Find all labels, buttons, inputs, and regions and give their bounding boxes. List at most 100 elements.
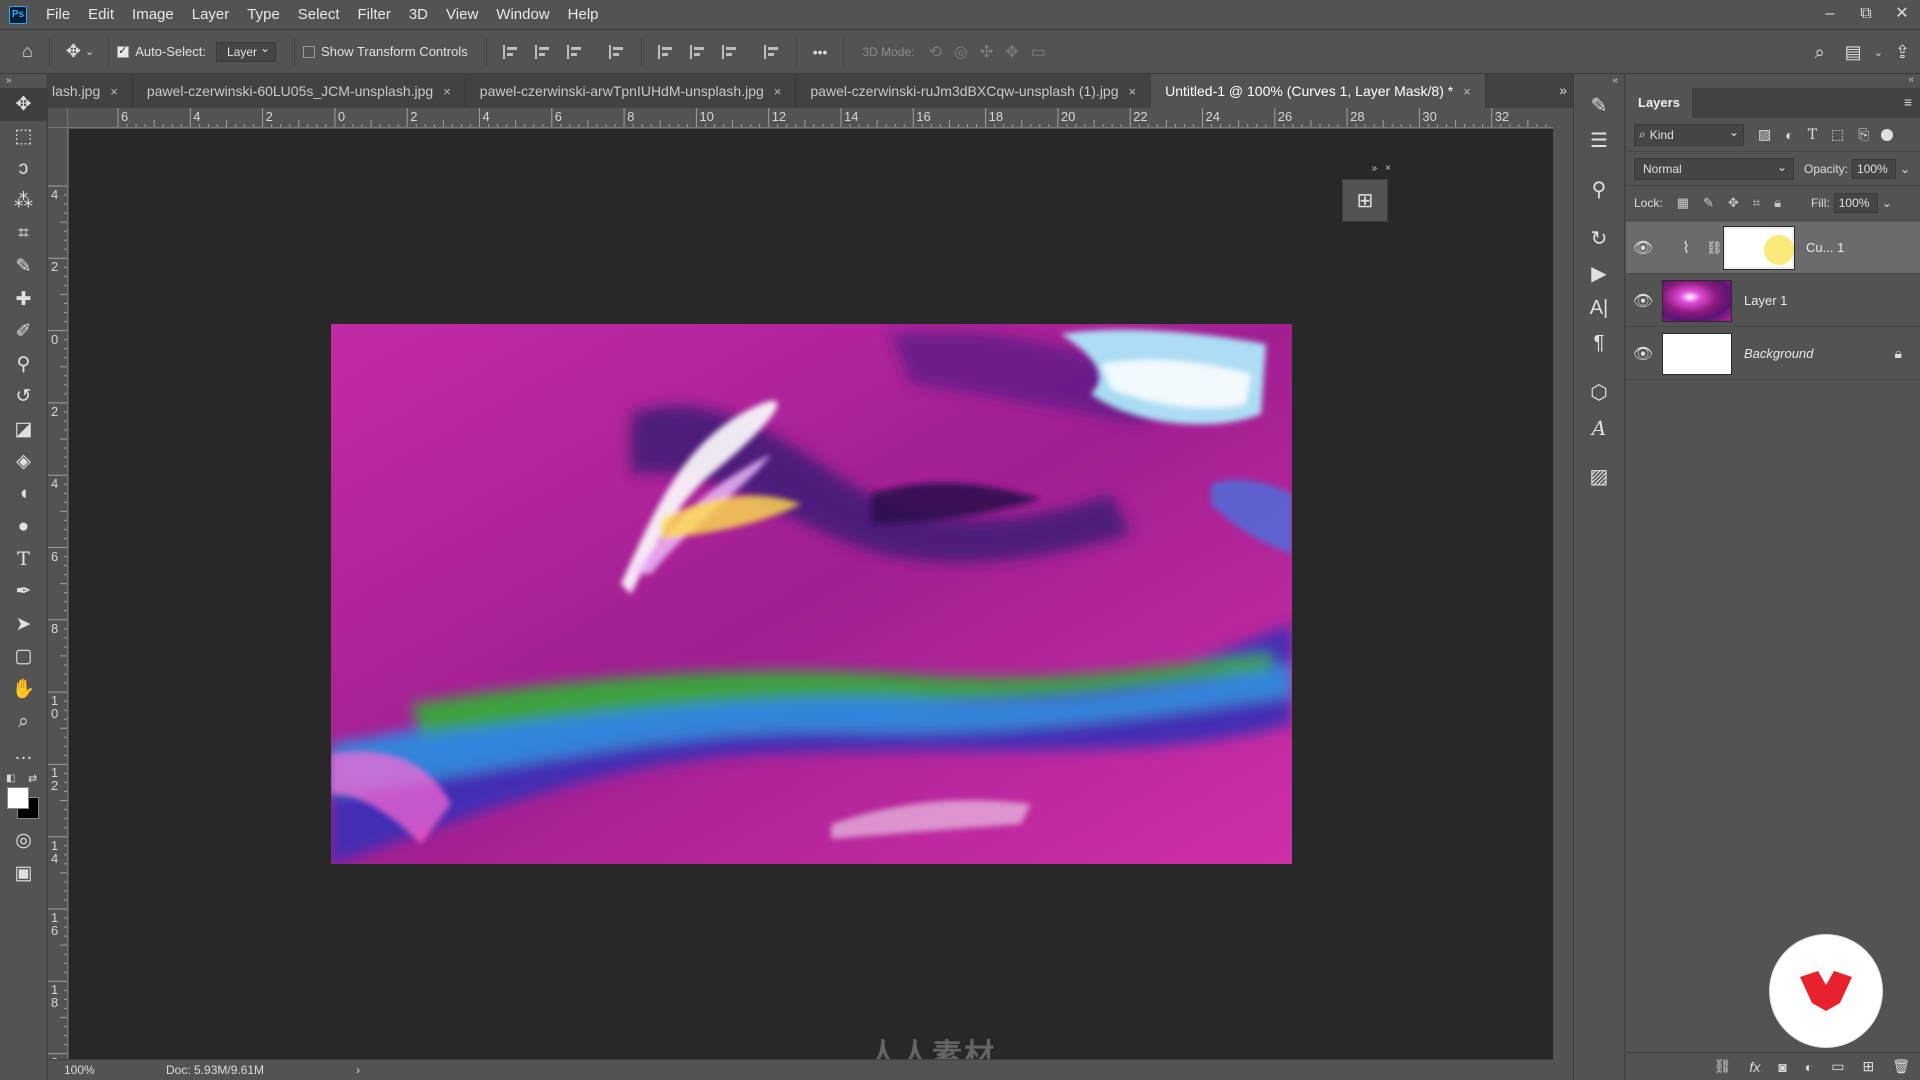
3d-icon[interactable]: ⬡ <box>1574 375 1624 410</box>
type-tool-icon[interactable]: T <box>0 543 47 576</box>
layer-name[interactable]: Background <box>1744 346 1813 361</box>
collapse-icon[interactable]: « <box>1908 74 1914 85</box>
fill-input[interactable]: 100% <box>1833 192 1878 213</box>
brushes-icon[interactable]: ☰ <box>1574 123 1624 158</box>
menu-help[interactable]: Help <box>559 0 608 29</box>
auto-select-checkbox[interactable]: Auto-Select: <box>117 44 206 59</box>
minimize-button[interactable]: – <box>1812 0 1848 29</box>
menu-file[interactable]: File <box>37 0 79 29</box>
show-transform-controls-checkbox[interactable]: Show Transform Controls <box>303 44 468 59</box>
panel-menu-icon[interactable]: ≡ <box>1904 94 1912 110</box>
move-tool-icon[interactable]: ✥ <box>0 88 47 121</box>
tab-document[interactable]: pawel-czerwinski-ruJm3dBXCqw-unsplash (1… <box>796 74 1152 108</box>
healing-brush-tool-icon[interactable]: ✚ <box>0 283 47 316</box>
zoom-level[interactable]: 100% <box>48 1063 128 1077</box>
lock-position-icon[interactable]: ✥ <box>1728 195 1739 211</box>
eyedropper-tool-icon[interactable]: ✎ <box>0 251 47 284</box>
default-colors-icon[interactable]: ◧ <box>6 773 15 784</box>
type-filter-icon[interactable]: T <box>1808 127 1817 143</box>
chevron-down-icon[interactable]: ⌄ <box>1874 46 1883 59</box>
collapse-icon[interactable]: » <box>0 74 47 88</box>
brush-tool-icon[interactable]: ✐ <box>0 316 47 349</box>
pixel-filter-icon[interactable]: ▨ <box>1758 126 1771 143</box>
new-adjustment-layer-icon[interactable]: ◐ <box>1805 1059 1813 1075</box>
ruler-origin[interactable] <box>48 108 68 128</box>
magic-wand-tool-icon[interactable]: ⁂ <box>0 186 47 219</box>
horizontal-ruler[interactable]: 6 4 2 0 2 4 6 8 10 12 14 16 18 20 22 24 26 28 30 32 <box>68 108 1553 128</box>
align-right-edges-icon[interactable] <box>566 44 583 59</box>
chevron-down-icon[interactable]: ⌄ <box>85 45 94 58</box>
layer-mask-thumbnail[interactable] <box>1723 225 1795 270</box>
link-icon[interactable]: ⛓︎ <box>1706 240 1723 256</box>
visibility-eye-icon[interactable]: 👁︎ <box>1626 344 1660 364</box>
home-icon[interactable]: ⌂ <box>22 41 33 62</box>
foreground-color-swatch[interactable] <box>7 786 29 809</box>
close-window-button[interactable]: ✕ <box>1884 0 1920 29</box>
lock-pixels-icon[interactable]: ✎ <box>1703 195 1714 211</box>
actions-icon[interactable]: ▶ <box>1574 256 1624 291</box>
share-icon[interactable]: ⇪ <box>1895 42 1910 63</box>
opacity-input[interactable]: 100% <box>1852 158 1897 179</box>
restore-button[interactable]: ⧉ <box>1848 0 1884 29</box>
align-vertical-centers-icon[interactable] <box>689 44 706 59</box>
adjustment-filter-icon[interactable]: ◐ <box>1785 127 1793 143</box>
more-tabs-icon[interactable]: » <box>1559 82 1567 98</box>
menu-type[interactable]: Type <box>238 0 289 29</box>
brush-settings-icon[interactable]: ✎ <box>1574 88 1624 123</box>
layer-thumbnail[interactable] <box>1662 332 1732 375</box>
lock-icon[interactable]: 🔒︎ <box>1895 345 1902 362</box>
layer-row-curves[interactable]: 👁︎ ⌇ ⛓︎ Cu... 1 <box>1626 222 1920 274</box>
close-tab-icon[interactable]: × <box>1129 84 1137 99</box>
dodge-tool-icon[interactable]: ● <box>0 511 47 544</box>
fx-icon[interactable]: fx <box>1749 1059 1760 1075</box>
filter-toggle-icon[interactable] <box>1881 128 1894 141</box>
quick-mask-icon[interactable]: ◎ <box>0 825 47 858</box>
hand-tool-icon[interactable]: ✋ <box>0 673 47 706</box>
layer-thumbnail[interactable] <box>1662 279 1732 322</box>
lasso-tool-icon[interactable]: ↄ <box>0 153 47 186</box>
layer-name[interactable]: Cu... 1 <box>1806 240 1844 255</box>
libraries-icon[interactable]: ▨ <box>1574 459 1624 494</box>
blur-tool-icon[interactable]: ◖ <box>0 478 47 511</box>
zoom-tool-icon[interactable]: ⌕ <box>0 706 47 739</box>
menu-layer[interactable]: Layer <box>183 0 239 29</box>
tab-document-active[interactable]: Untitled-1 @ 100% (Curves 1, Layer Mask/… <box>1151 74 1486 108</box>
marquee-tool-icon[interactable]: ⬚ <box>0 121 47 154</box>
align-left-edges-icon[interactable] <box>502 44 519 59</box>
delete-layer-icon[interactable]: 🗑︎ <box>1892 1058 1910 1075</box>
close-tab-icon[interactable]: × <box>110 84 118 99</box>
menu-edit[interactable]: Edit <box>79 0 123 29</box>
properties-panel-button[interactable]: ⊞ <box>1342 179 1388 222</box>
collapse-icon[interactable]: « <box>1574 74 1624 88</box>
menu-image[interactable]: Image <box>123 0 183 29</box>
align-horizontal-centers-icon[interactable] <box>534 44 551 59</box>
close-panel-icon[interactable]: × <box>1385 163 1391 174</box>
align-top-edges-icon[interactable] <box>657 44 674 59</box>
search-icon[interactable]: ⌕ <box>1815 42 1825 63</box>
menu-filter[interactable]: Filter <box>349 0 400 29</box>
screen-mode-icon[interactable]: ▣ <box>0 857 47 890</box>
new-group-icon[interactable]: ▭ <box>1831 1058 1844 1075</box>
edit-toolbar-icon[interactable]: … <box>0 738 47 771</box>
lock-transparency-icon[interactable]: ▦ <box>1677 195 1689 211</box>
tab-document[interactable]: lash.jpg × <box>48 74 133 108</box>
filter-kind-dropdown[interactable]: ⌕ Kind <box>1634 123 1744 146</box>
menu-view[interactable]: View <box>437 0 487 29</box>
crop-tool-icon[interactable]: ⌗ <box>0 218 47 251</box>
add-mask-icon[interactable]: ◙ <box>1778 1059 1786 1075</box>
lock-all-icon[interactable]: 🔒︎ <box>1774 195 1781 211</box>
checkbox-unchecked-icon[interactable] <box>303 45 316 58</box>
pen-tool-icon[interactable]: ✒ <box>0 576 47 609</box>
shape-tool-icon[interactable]: ▢ <box>0 641 47 674</box>
tab-layers[interactable]: Layers <box>1626 88 1692 118</box>
layer-row-background[interactable]: 👁︎ Background 🔒︎ <box>1626 328 1920 380</box>
tab-document[interactable]: pawel-czerwinski-60LU05s_JCM-unsplash.jp… <box>132 74 466 108</box>
distribute-horizontal-icon[interactable] <box>763 44 780 59</box>
close-tab-icon[interactable]: × <box>1463 84 1471 99</box>
path-selection-tool-icon[interactable]: ➤ <box>0 608 47 641</box>
clone-stamp-tool-icon[interactable]: ⚲ <box>0 348 47 381</box>
chevron-down-icon[interactable]: ⌄ <box>1882 196 1892 210</box>
new-layer-icon[interactable]: ⊞ <box>1862 1058 1874 1075</box>
history-icon[interactable]: ↻ <box>1574 221 1624 256</box>
expand-panel-icon[interactable]: » <box>1372 163 1378 174</box>
